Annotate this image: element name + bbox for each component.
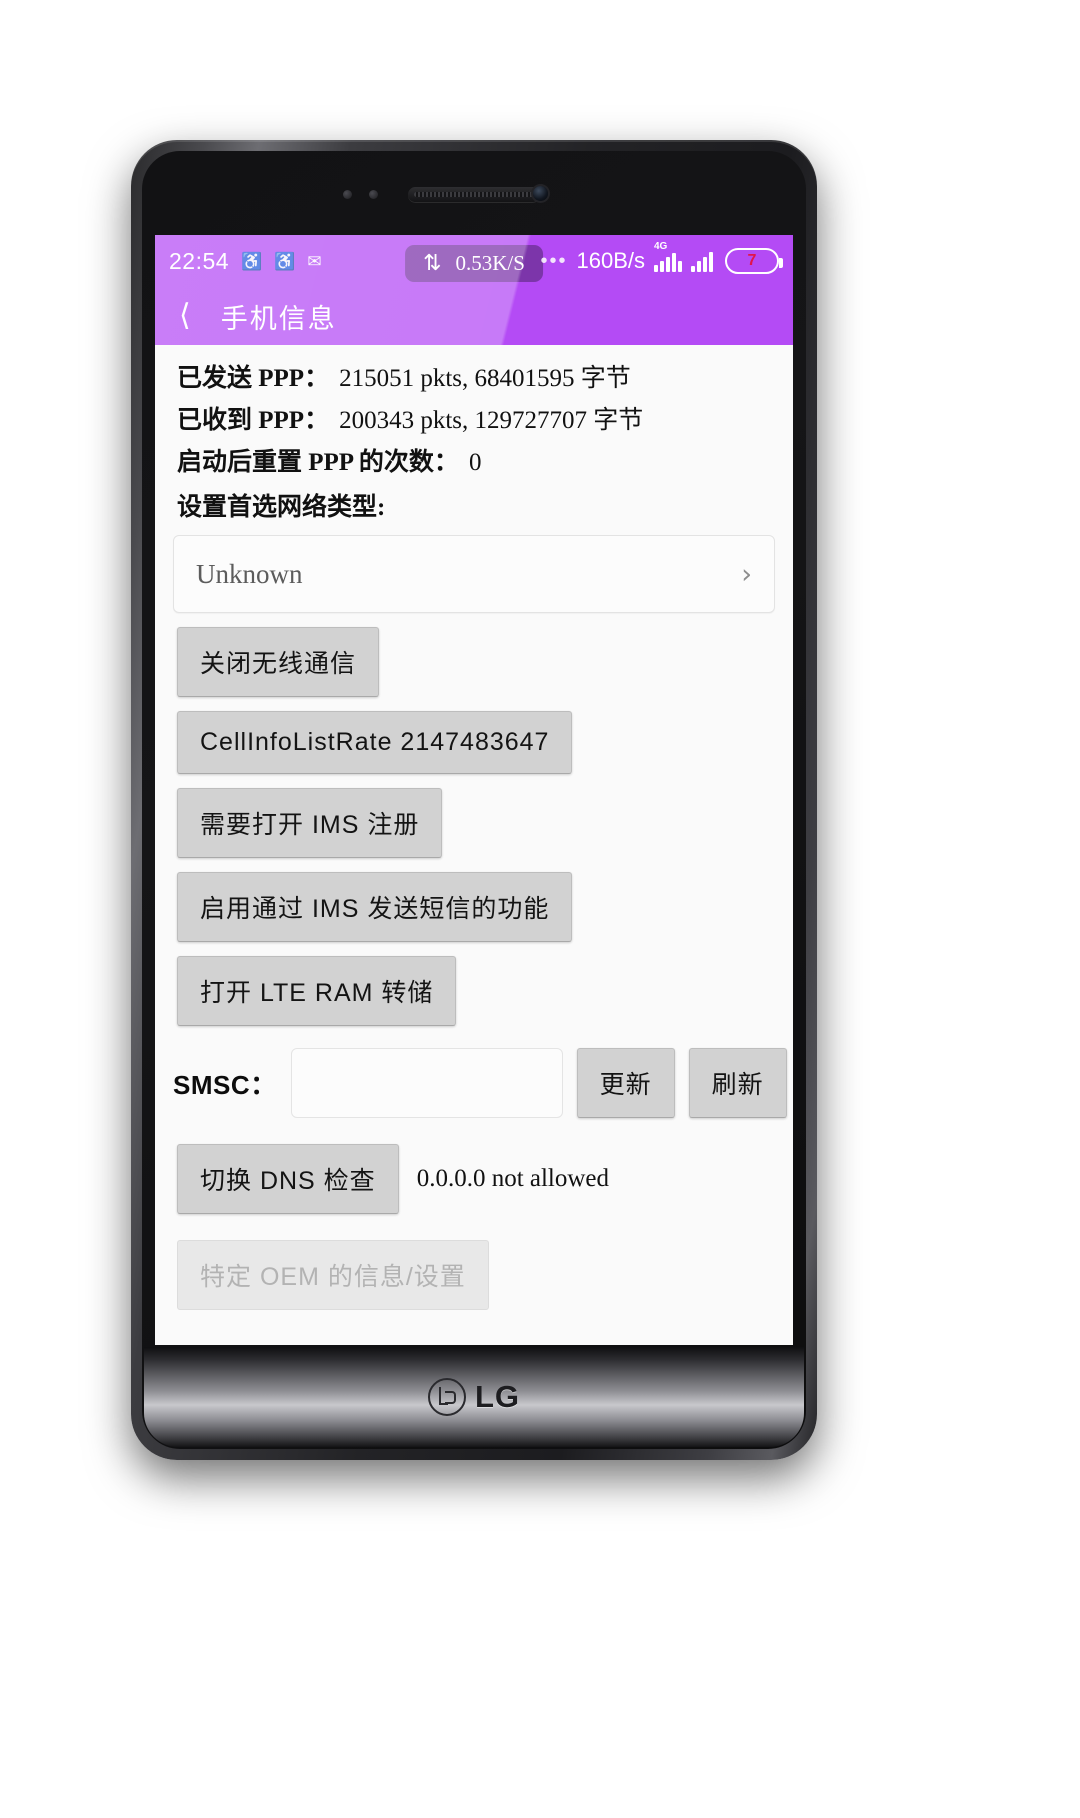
brand-logo-text: LG [474,1379,521,1414]
lte-ram-dump-row: 打开 LTE RAM 转储 [155,942,793,1026]
front-camera-icon [533,186,548,201]
overflow-dots-icon: ••• [540,249,568,272]
sync-icon: ⇅ [423,251,442,276]
page-title: 手机信息 [220,303,337,334]
ims-registration-row: 需要打开 IMS 注册 [155,774,793,858]
cellinfo-rate-row: CellInfoListRate 2147483647 [155,697,793,774]
smsc-input[interactable] [290,1048,563,1118]
lg-face-icon [427,1378,466,1416]
dns-status-text: 0.0.0.0 not allowed [416,1165,610,1192]
oem-info-settings-button[interactable]: 特定 OEM 的信息/设置 [177,1240,489,1310]
status-bar-right: ••• 160B/s 4G 7 [540,241,783,274]
toggle-dns-check-button[interactable]: 切换 DNS 检查 [177,1144,399,1214]
app-bar: ⟨ 手机信息 [155,287,793,345]
sms-over-ims-button[interactable]: 启用通过 IMS 发送短信的功能 [177,872,573,942]
turn-off-radio-button[interactable]: 关闭无线通信 [177,627,380,697]
info-line-ppp-received: 已收到 PPP： 200343 pkts, 129727707 字节 [155,397,793,439]
info-value: 215051 pkts, 68401595 字节 [339,365,631,392]
chevron-left-icon[interactable]: ⟨ [179,301,191,331]
phone-chin: LG [144,1347,804,1447]
phone-screen: 22:54 ♿ ♿ ✉ ⇅ 0.53K/S ••• 160B/s 4G 7 ⟨ … [155,235,793,1345]
battery-level-text: 7 [747,252,757,269]
preferred-network-type-select[interactable]: Unknown › [173,535,775,613]
info-line-ppp-resets: 启动后重置 PPP 的次数： 0 [155,439,793,481]
info-value: 200343 pkts, 129727707 字节 [339,407,644,434]
status-bar-left: 22:54 ♿ ♿ ✉ [169,248,322,275]
oem-settings-row: 特定 OEM 的信息/设置 [155,1214,793,1310]
light-sensor-icon [369,190,378,199]
signal-strength-icon-sim2 [691,250,713,272]
chevron-right-icon: › [741,558,752,590]
proximity-sensor-icon [343,190,352,199]
smsc-row: SMSC： 更新 刷新 [155,1026,793,1118]
battery-icon: 7 [725,248,783,274]
status-bar: 22:54 ♿ ♿ ✉ ⇅ 0.53K/S ••• 160B/s 4G 7 [155,235,793,287]
sms-over-ims-row: 启用通过 IMS 发送短信的功能 [155,858,793,942]
status-clock: 22:54 [169,247,230,274]
brand-logo: LG [427,1378,521,1416]
smsc-refresh-button[interactable]: 刷新 [688,1048,787,1118]
info-label: 已发送 PPP： [177,365,330,392]
info-label: 启动后重置 PPP 的次数： [177,449,459,476]
radio-toggle-row: 关闭无线通信 [155,613,793,697]
smsc-label: SMSC： [173,1069,277,1100]
ims-registration-button[interactable]: 需要打开 IMS 注册 [177,788,443,858]
network-speed-pill: ⇅ 0.53K/S [405,245,543,282]
main-content: 已发送 PPP： 215051 pkts, 68401595 字节 已收到 PPP… [155,345,793,1345]
data-rate-text: 160B/s [576,248,646,273]
network-type-label: 4G [654,241,668,252]
info-label: 已收到 PPP： [177,407,330,434]
bell-icon: ♿ [241,251,263,271]
network-speed-value: 0.53K/S [455,251,525,275]
phone-device-frame: 22:54 ♿ ♿ ✉ ⇅ 0.53K/S ••• 160B/s 4G 7 ⟨ … [131,140,817,1460]
info-value: 0 [468,449,482,476]
signal-strength-icon-sim1: 4G [654,241,682,272]
cellinfolistrate-button[interactable]: CellInfoListRate 2147483647 [177,711,573,774]
message-icon: ✉ [307,251,322,271]
bell-icon: ♿ [274,251,296,271]
smsc-update-button[interactable]: 更新 [576,1048,675,1118]
earpiece-speaker-icon [408,187,540,202]
preferred-network-type-label: 设置首选网络类型: [177,494,386,521]
lte-ram-dump-button[interactable]: 打开 LTE RAM 转储 [177,956,457,1026]
info-line-ppp-sent: 已发送 PPP： 215051 pkts, 68401595 字节 [155,355,793,397]
dns-check-row: 切换 DNS 检查 0.0.0.0 not allowed [155,1118,793,1214]
preferred-network-type-value: Unknown [196,558,303,589]
